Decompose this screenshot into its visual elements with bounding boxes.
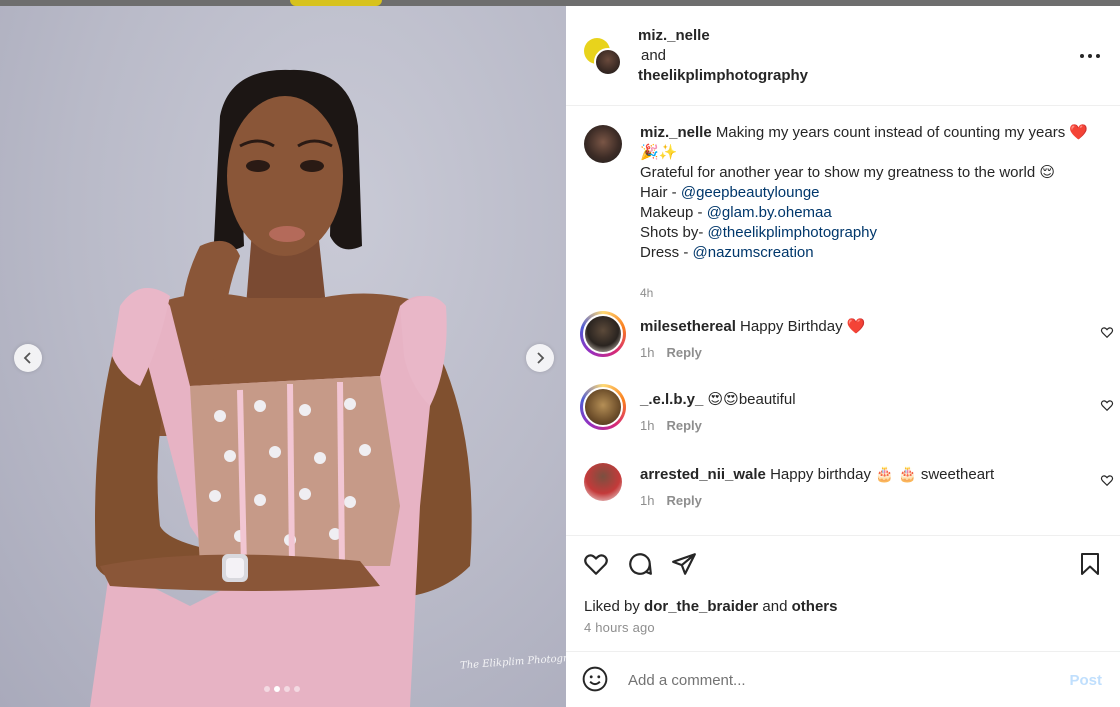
heart-icon[interactable] [1100, 325, 1114, 339]
comment-item: _.e.l.b.y_ 😍😍beautiful 1h Reply [580, 384, 1114, 448]
post-details-panel: miz._nelle and theelikplimphotography mi… [566, 6, 1120, 707]
comment-username[interactable]: arrested_nii_wale [640, 466, 766, 483]
comment-time: 1h [640, 493, 655, 508]
comment-input[interactable] [628, 668, 1048, 692]
post-photo[interactable]: The Elikplim Photography [0, 6, 566, 707]
comment-body: 😍😍beautiful [703, 391, 796, 408]
caption-author-avatar[interactable] [584, 125, 622, 163]
collab-avatars[interactable] [584, 38, 624, 78]
reply-button[interactable]: Reply [666, 345, 701, 360]
caption-credit-hair: Hair - @geepbeautylounge [640, 184, 820, 201]
comment-username[interactable]: milesethereal [640, 318, 736, 335]
likes-others-link[interactable]: others [792, 598, 838, 615]
comment-time: 1h [640, 345, 655, 360]
commenter-avatar[interactable] [584, 463, 622, 501]
post-authors: miz._nelle and theelikplimphotography [638, 26, 808, 86]
carousel-dot-active [274, 686, 280, 692]
comment-meta: 1h Reply [640, 345, 702, 360]
mention-link[interactable]: @nazumscreation [693, 244, 814, 261]
like-button[interactable] [582, 550, 610, 578]
action-icon-row [582, 550, 698, 578]
carousel-indicator [264, 686, 300, 692]
caption-text: miz._nelle Making my years count instead… [640, 123, 1100, 263]
previous-photo-button[interactable] [14, 344, 42, 372]
comment-meta: 1h Reply [640, 418, 702, 433]
add-comment-bar: Post [566, 651, 1120, 707]
comment-body: Happy birthday 🎂 🎂 sweetheart [765, 466, 995, 483]
comment-text: arrested_nii_wale Happy birthday 🎂 🎂 swe… [640, 465, 994, 485]
author-username[interactable]: miz._nelle [638, 26, 808, 46]
comment-icon [629, 553, 652, 575]
comments-section[interactable]: miz._nelle Making my years count instead… [566, 107, 1120, 534]
comment-text: _.e.l.b.y_ 😍😍beautiful [640, 390, 796, 410]
comment-button[interactable] [626, 550, 654, 578]
heart-icon[interactable] [1100, 473, 1114, 487]
caption-line-2: Grateful for another year to show my gre… [640, 164, 1055, 181]
comment-item: arrested_nii_wale Happy birthday 🎂 🎂 swe… [584, 463, 1114, 523]
post-actions: Liked by dor_the_braider and others 4 ho… [566, 535, 1120, 651]
emoji-icon [582, 666, 608, 692]
commenter-avatar-story-ring[interactable] [580, 311, 626, 357]
post-timestamp[interactable]: 4 hours ago [584, 620, 655, 635]
mention-link[interactable]: @theelikplimphotography [708, 224, 878, 241]
commenter-avatar-story-ring[interactable] [580, 384, 626, 430]
comment-username[interactable]: _.e.l.b.y_ [640, 391, 703, 408]
post-comment-button[interactable]: Post [1069, 672, 1102, 689]
carousel-dot [264, 686, 270, 692]
reply-button[interactable]: Reply [666, 418, 701, 433]
more-options-button[interactable] [1078, 44, 1102, 68]
chevron-right-icon [537, 352, 545, 364]
heart-icon [584, 554, 608, 575]
heart-icon[interactable] [1100, 398, 1114, 412]
caption-credit-shots: Shots by- @theelikplimphotography [640, 224, 878, 241]
authors-conjunction: and [641, 47, 667, 64]
comment-text: milesethereal Happy Birthday ❤️ [640, 317, 865, 337]
liker-username[interactable]: dor_the_braider [644, 598, 758, 615]
save-button[interactable] [1076, 550, 1104, 578]
caption-credit-dress: Dress - @nazumscreation [640, 244, 814, 261]
portrait-illustration [90, 69, 472, 707]
comment-meta: 1h Reply [640, 493, 702, 508]
comment-time: 1h [640, 418, 655, 433]
author-avatar[interactable] [594, 48, 622, 76]
send-icon [672, 553, 696, 575]
caption-timestamp: 4h [640, 286, 654, 300]
caption-username[interactable]: miz._nelle [640, 124, 712, 141]
next-photo-button[interactable] [526, 344, 554, 372]
more-horizontal-icon [1080, 54, 1100, 58]
commenter-avatar [583, 314, 623, 354]
caption-credit-makeup: Makeup - @glam.by.ohemaa [640, 204, 832, 221]
comment-body: Happy Birthday ❤️ [735, 318, 866, 335]
carousel-dot [284, 686, 290, 692]
mention-link[interactable]: @glam.by.ohemaa [707, 204, 832, 221]
emoji-picker-button[interactable] [582, 666, 610, 694]
share-button[interactable] [670, 550, 698, 578]
bookmark-icon [1081, 553, 1099, 575]
commenter-avatar [583, 387, 623, 427]
mention-link[interactable]: @geepbeautylounge [681, 184, 820, 201]
comment-item: milesethereal Happy Birthday ❤️ 1h Reply [580, 311, 1114, 375]
likes-summary: Liked by dor_the_braider and others [584, 598, 838, 615]
carousel-dot [294, 686, 300, 692]
collaborator-username[interactable]: theelikplimphotography [638, 66, 808, 86]
reply-button[interactable]: Reply [666, 493, 701, 508]
chevron-left-icon [23, 352, 31, 364]
post-header: miz._nelle and theelikplimphotography [566, 6, 1120, 106]
